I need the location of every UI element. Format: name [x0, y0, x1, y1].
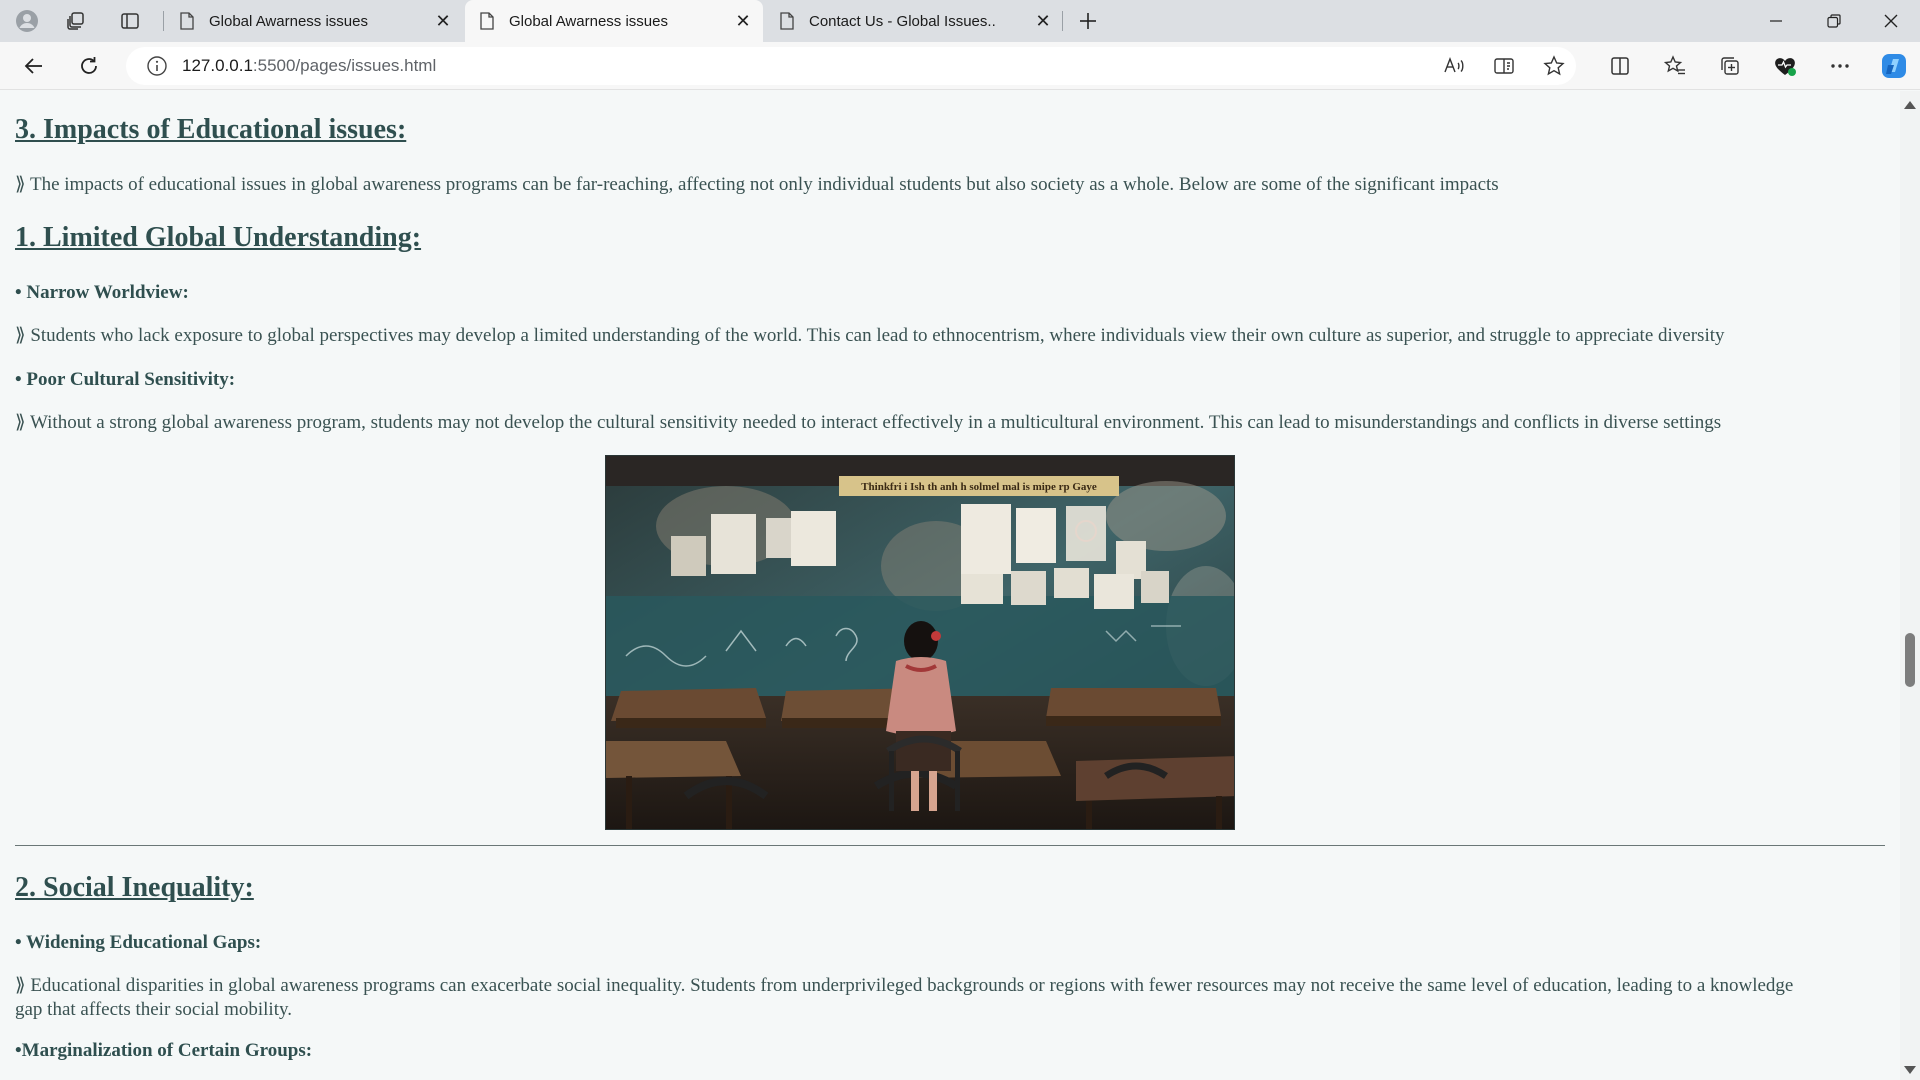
tab-actions-icon[interactable] — [114, 6, 146, 36]
impact-heading-global-understanding: 1. Limited Global Understanding: — [15, 222, 422, 253]
subheading-widening-gaps: • Widening Educational Gaps: — [15, 932, 262, 953]
collections-icon[interactable] — [1713, 50, 1747, 82]
tab-title: Contact Us - Global Issues.. — [809, 12, 996, 30]
plus-icon[interactable] — [1072, 6, 1104, 36]
url-path: :5500/pages/issues.html — [252, 56, 437, 75]
url-host: 127.0.0.1 — [182, 56, 253, 75]
profile-icon[interactable] — [11, 6, 43, 36]
tab-contact-us[interactable]: Contact Us - Global Issues.. ✕ — [765, 0, 1063, 42]
paragraph-widening-gaps: ⟫ Educational disparities in global awar… — [15, 975, 1794, 1020]
heart-pulse-icon[interactable] — [1768, 50, 1802, 82]
close-tab-icon[interactable]: ✕ — [729, 7, 757, 35]
restore-icon[interactable] — [1806, 0, 1862, 42]
tab-global-awareness-1[interactable]: Global Awarness issues ✕ — [165, 0, 463, 42]
more-icon[interactable] — [1823, 50, 1857, 82]
classroom-image: Thinkfri i Ish th anh h solmel mal is mi… — [605, 455, 1235, 830]
tab-global-awareness-2[interactable]: Global Awarness issues ✕ — [465, 0, 763, 42]
tab-divider — [163, 11, 164, 31]
scrollbar-thumb[interactable] — [1905, 633, 1915, 687]
split-screen-icon[interactable] — [1603, 50, 1637, 82]
page-icon — [780, 12, 794, 30]
close-tab-icon[interactable]: ✕ — [1029, 7, 1057, 35]
subheading-cultural-sensitivity: • Poor Cultural Sensitivity: — [15, 369, 236, 390]
immersive-reader-icon[interactable] — [1487, 50, 1521, 82]
paragraph-cultural-sensitivity: ⟫ Without a strong global awareness prog… — [15, 412, 1722, 433]
info-icon[interactable] — [146, 55, 168, 77]
tab-title: Global Awarness issues — [509, 12, 668, 30]
star-icon[interactable] — [1537, 50, 1571, 82]
refresh-icon[interactable] — [72, 50, 106, 82]
page-viewport: 3. Impacts of Educational issues: ⟫ The … — [0, 91, 1920, 1080]
paragraph-narrow-worldview: ⟫ Students who lack exposure to global p… — [15, 325, 1725, 346]
subheading-marginalization: •Marginalization of Certain Groups: — [15, 1040, 313, 1061]
read-aloud-icon[interactable] — [1437, 50, 1471, 82]
scroll-up-icon[interactable] — [1904, 101, 1916, 109]
favorites-list-icon[interactable] — [1658, 50, 1692, 82]
navigation-bar: 127.0.0.1:5500/pages/issues.html — [0, 42, 1920, 90]
tab-divider — [1062, 11, 1063, 31]
back-arrow-icon[interactable] — [17, 50, 51, 82]
address-bar[interactable]: 127.0.0.1:5500/pages/issues.html — [126, 47, 1576, 85]
copilot-icon[interactable] — [1877, 50, 1911, 82]
subheading-narrow-worldview: • Narrow Worldview: — [15, 282, 189, 303]
scroll-down-icon[interactable] — [1904, 1066, 1916, 1074]
tab-strip: Global Awarness issues ✕ Global Awarness… — [0, 0, 1920, 42]
section-divider — [15, 845, 1885, 846]
page-icon — [180, 12, 194, 30]
workspaces-icon[interactable] — [60, 6, 92, 36]
section-heading-impacts: 3. Impacts of Educational issues: — [15, 114, 407, 145]
minimize-icon[interactable] — [1748, 0, 1804, 42]
tab-title: Global Awarness issues — [209, 12, 368, 30]
page-icon — [480, 12, 494, 30]
page-scrollbar[interactable] — [1900, 91, 1920, 1080]
close-window-icon[interactable] — [1863, 0, 1919, 42]
close-tab-icon[interactable]: ✕ — [429, 7, 457, 35]
image-banner-text: Thinkfri i Ish th anh h solmel mal is mi… — [861, 481, 1097, 493]
impact-heading-social-inequality: 2. Social Inequality: — [15, 872, 254, 903]
section-intro-text: ⟫ The impacts of educational issues in g… — [15, 174, 1499, 195]
